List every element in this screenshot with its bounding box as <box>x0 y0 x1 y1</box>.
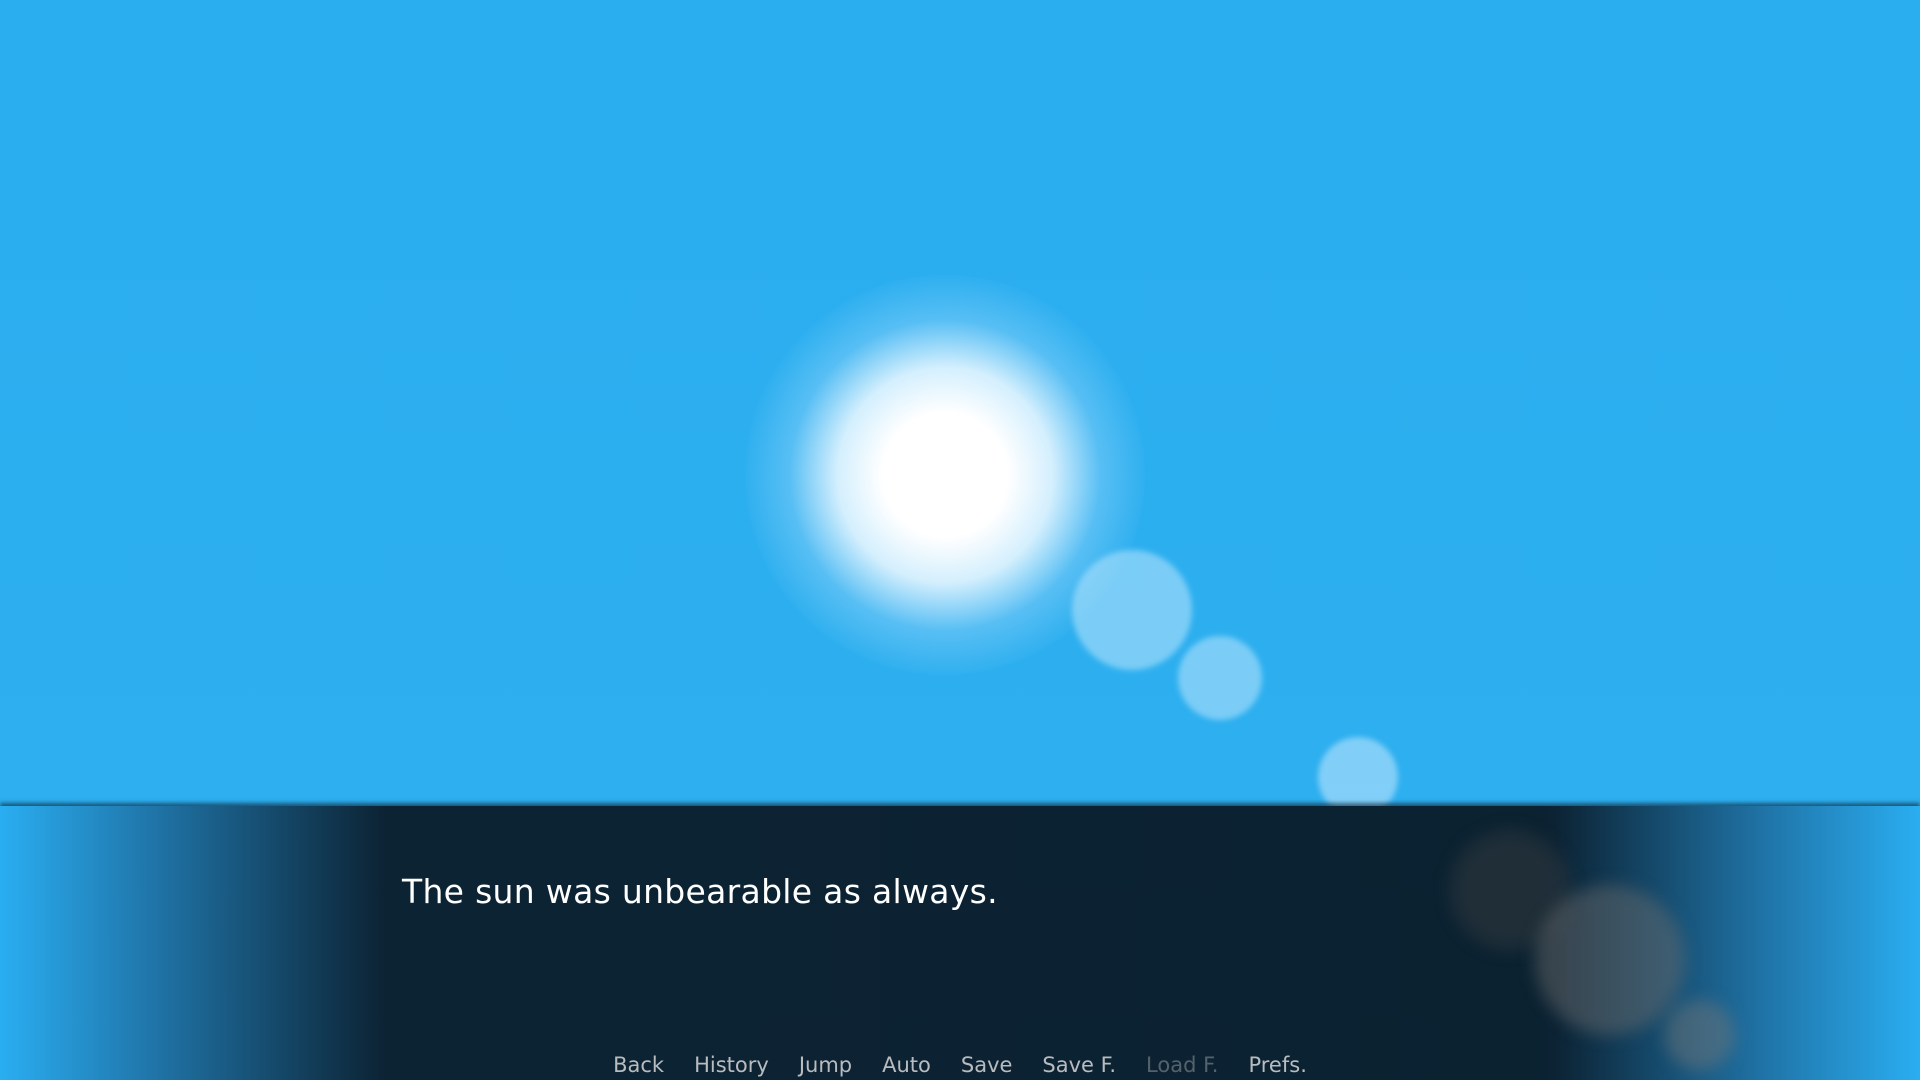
quick-menu-jump-button[interactable]: Jump <box>799 1053 852 1077</box>
lens-flare <box>1072 550 1192 670</box>
quick-menu-save-button[interactable]: Save <box>961 1053 1013 1077</box>
quick-menu-auto-button[interactable]: Auto <box>882 1053 931 1077</box>
quick-menu-history-button[interactable]: History <box>694 1053 769 1077</box>
quick-menu-quicksave-button[interactable]: Save F. <box>1042 1053 1116 1077</box>
game-scene[interactable]: The sun was unbearable as always. Back H… <box>0 0 1920 1080</box>
lens-flare <box>1178 636 1262 720</box>
dialogue-text: The sun was unbearable as always. <box>402 872 998 911</box>
quick-menu-quickload-button[interactable]: Load F. <box>1146 1053 1218 1077</box>
quick-menu: Back History Jump Auto Save Save F. Load… <box>0 1053 1920 1077</box>
lens-flare-shadow <box>1535 885 1685 1035</box>
quick-menu-back-button[interactable]: Back <box>613 1053 664 1077</box>
quick-menu-prefs-button[interactable]: Prefs. <box>1248 1053 1306 1077</box>
lens-flare <box>1318 737 1398 817</box>
